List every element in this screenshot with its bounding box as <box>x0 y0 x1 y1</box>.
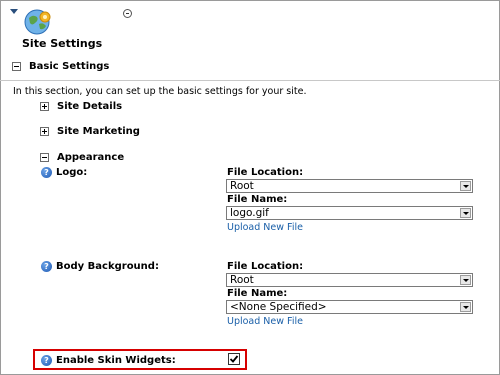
logo-file-location-select[interactable]: Root <box>226 179 473 193</box>
dropdown-arrow-icon[interactable] <box>460 208 471 218</box>
collapse-header-icon[interactable] <box>10 9 18 14</box>
page-title: Site Settings <box>22 37 103 50</box>
section-site-details[interactable]: Site Details <box>57 101 122 112</box>
basic-settings-intro: In this section, you can set up the basi… <box>13 86 307 97</box>
body-background-help-icon[interactable]: ? <box>41 261 52 272</box>
section-site-marketing[interactable]: Site Marketing <box>57 126 140 137</box>
bg-file-location-label: File Location: <box>227 261 304 272</box>
site-settings-globe-icon <box>24 9 51 35</box>
site-details-expand-icon[interactable] <box>40 102 49 111</box>
dropdown-arrow-icon[interactable] <box>460 302 471 312</box>
skin-widgets-label: Enable Skin Widgets: <box>56 355 176 366</box>
site-marketing-expand-icon[interactable] <box>40 127 49 136</box>
logo-help-icon[interactable]: ? <box>41 167 52 178</box>
skin-widgets-help-icon[interactable]: ? <box>41 355 52 366</box>
logo-file-location-value: Root <box>230 180 254 192</box>
checkmark-icon <box>229 355 239 363</box>
bg-file-name-select[interactable]: <None Specified> <box>226 300 473 314</box>
dropdown-arrow-icon[interactable] <box>460 275 471 285</box>
basic-settings-title: Basic Settings <box>29 61 110 72</box>
logo-file-name-value: logo.gif <box>230 207 269 219</box>
dropdown-arrow-icon[interactable] <box>460 181 471 191</box>
bg-file-name-value: <None Specified> <box>230 301 327 313</box>
minimize-icon[interactable] <box>123 9 132 18</box>
section-appearance[interactable]: Appearance <box>57 152 124 163</box>
logo-label: Logo: <box>56 167 88 178</box>
body-background-label: Body Background: <box>56 261 159 272</box>
bg-upload-link[interactable]: Upload New File <box>227 316 303 327</box>
bg-file-location-select[interactable]: Root <box>226 273 473 287</box>
header-divider <box>0 80 500 81</box>
logo-file-name-select[interactable]: logo.gif <box>226 206 473 220</box>
bg-file-location-value: Root <box>230 274 254 286</box>
appearance-collapse-icon[interactable] <box>40 153 49 162</box>
bg-file-name-label: File Name: <box>227 288 288 299</box>
logo-upload-link[interactable]: Upload New File <box>227 222 303 233</box>
basic-settings-toggle[interactable] <box>12 62 21 71</box>
skin-widgets-checkbox[interactable] <box>228 353 240 365</box>
logo-file-location-label: File Location: <box>227 167 304 178</box>
logo-file-name-label: File Name: <box>227 194 288 205</box>
